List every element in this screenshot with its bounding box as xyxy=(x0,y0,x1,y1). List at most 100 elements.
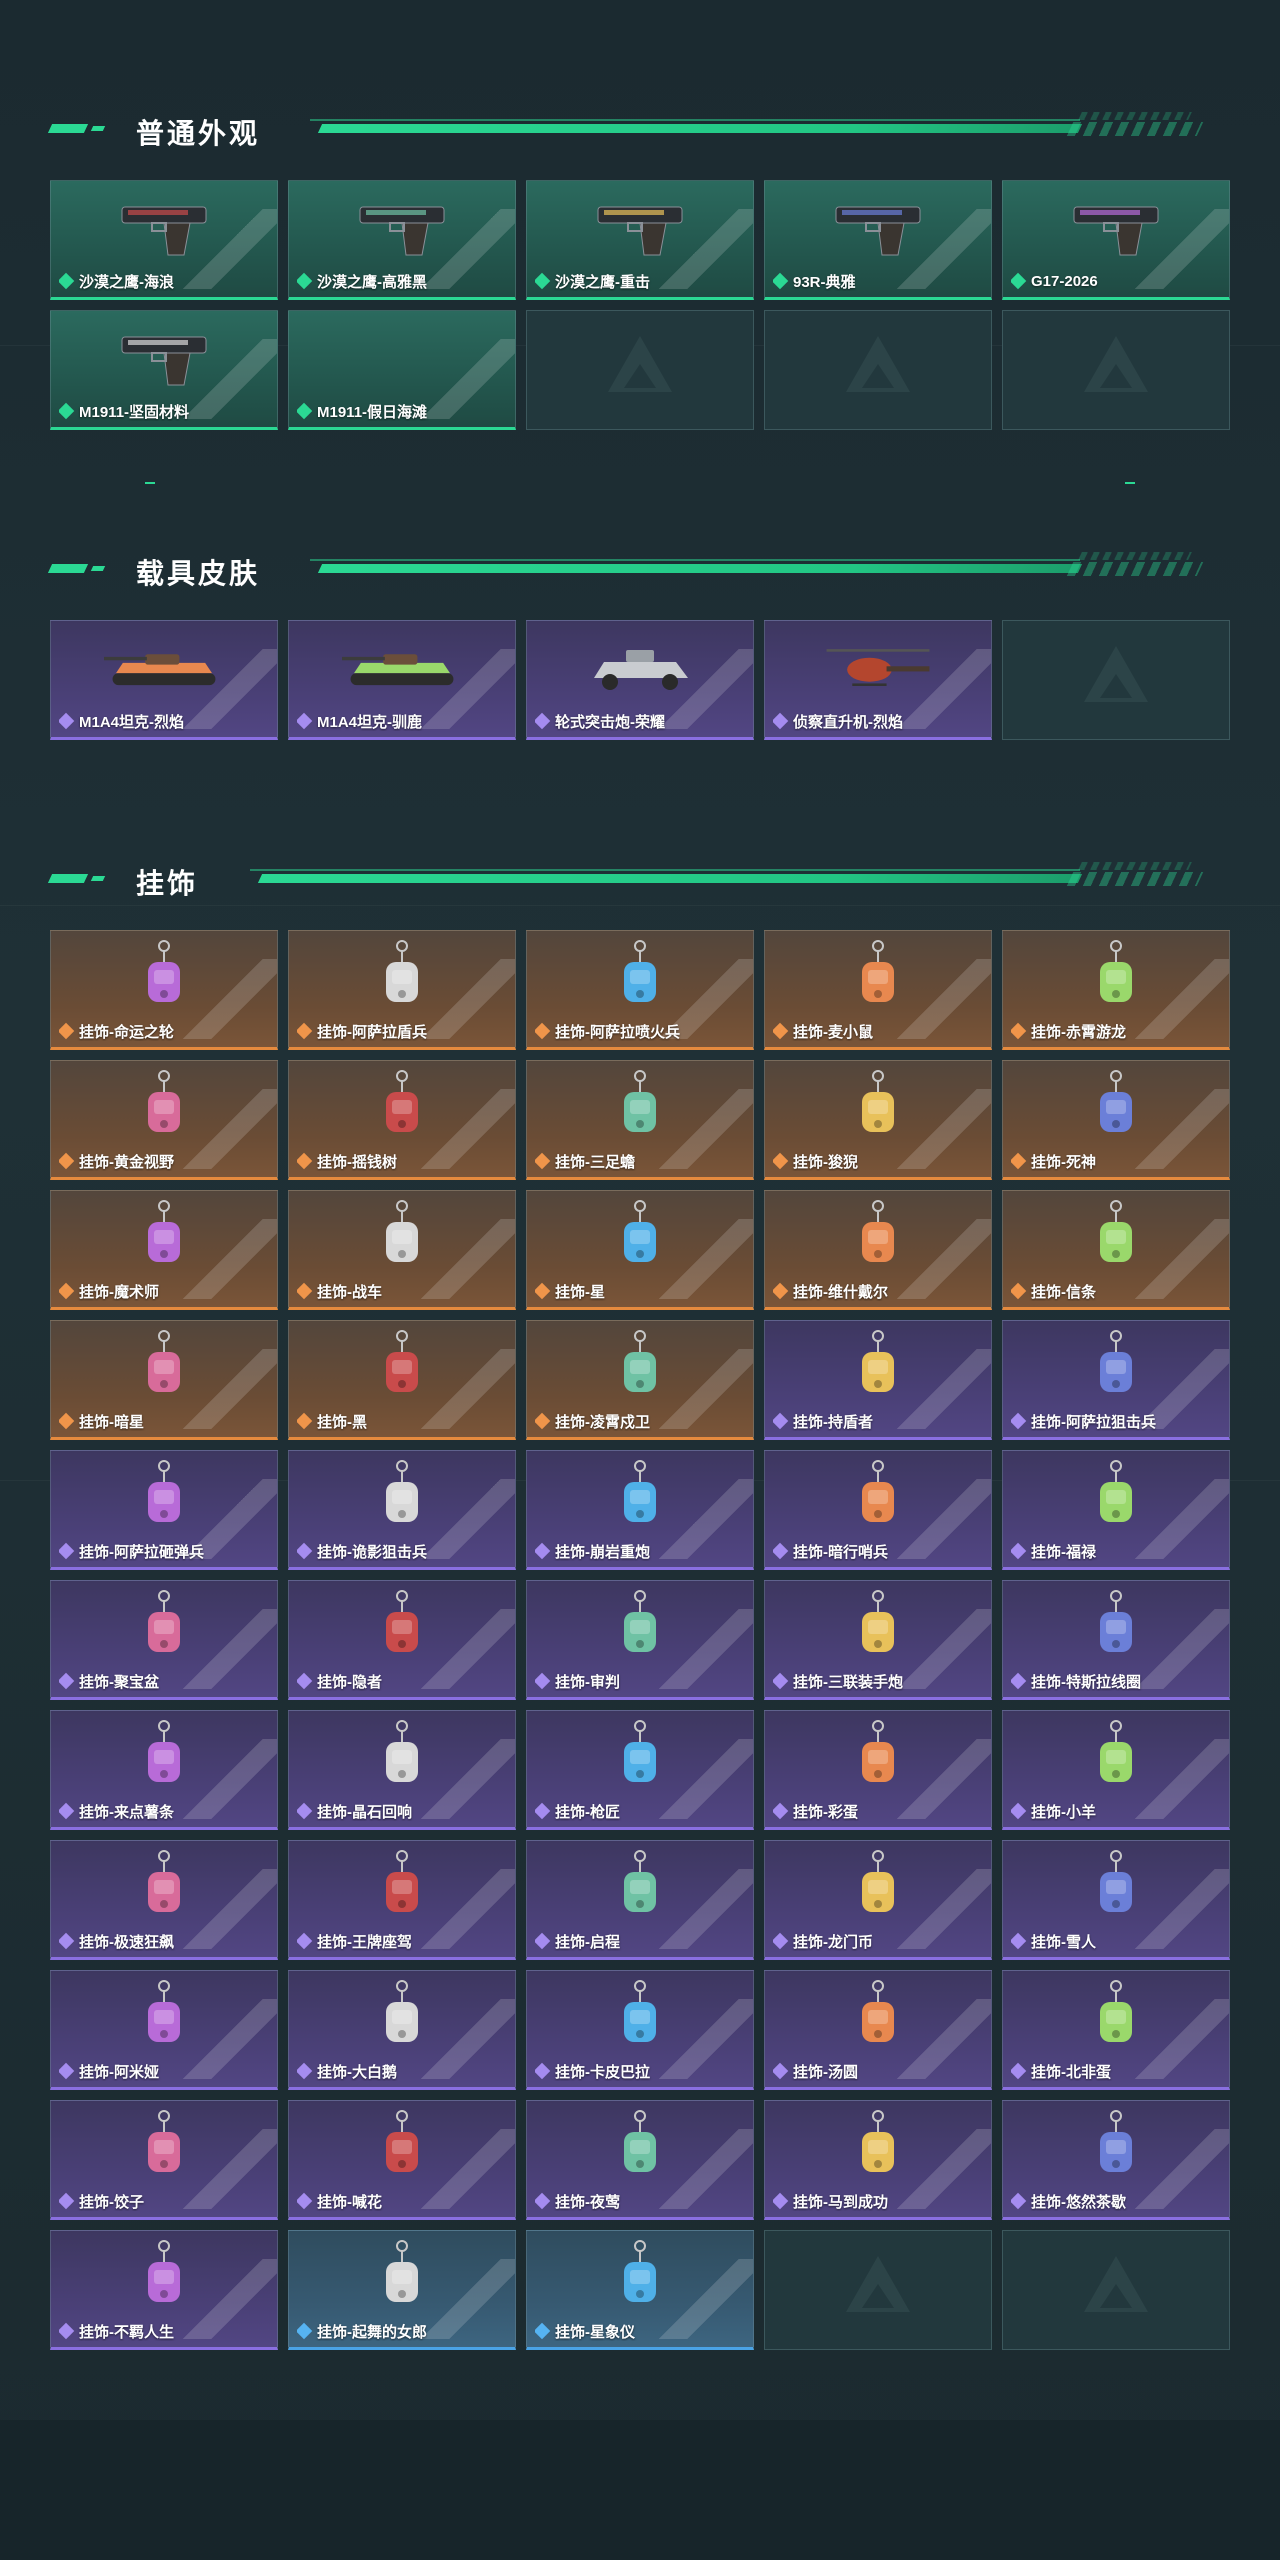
item-card[interactable]: 挂饰-晶石回响 xyxy=(288,1710,516,1830)
item-name: 挂饰-维什戴尔 xyxy=(793,1283,888,1301)
item-thumbnail xyxy=(580,189,700,267)
item-card[interactable]: 侦察直升机-烈焰 xyxy=(764,620,992,740)
item-card[interactable]: 沙漠之鹰-海浪 xyxy=(50,180,278,300)
item-card[interactable]: 挂饰-马到成功 xyxy=(764,2100,992,2220)
item-card[interactable]: 挂饰-阿萨拉狙击兵 xyxy=(1002,1320,1230,1440)
item-name: 挂饰-特斯拉线圈 xyxy=(1031,1673,1141,1691)
item-card[interactable]: 挂饰-喊花 xyxy=(288,2100,516,2220)
item-card[interactable]: 挂饰-王牌座驾 xyxy=(288,1840,516,1960)
item-thumbnail xyxy=(580,629,700,707)
item-card[interactable]: 挂饰-命运之轮 xyxy=(50,930,278,1050)
item-card[interactable]: 挂饰-摇钱树 xyxy=(288,1060,516,1180)
item-card[interactable]: 挂饰-阿萨拉砸弹兵 xyxy=(50,1450,278,1570)
rarity-diamond-icon xyxy=(59,2062,75,2080)
item-thumbnail xyxy=(580,1719,700,1797)
item-card[interactable]: 挂饰-起舞的女郎 xyxy=(288,2230,516,2350)
item-name: 挂饰-持盾者 xyxy=(793,1413,873,1431)
item-card[interactable]: 挂饰-阿萨拉喷火兵 xyxy=(526,930,754,1050)
item-name: 挂饰-黄金视野 xyxy=(79,1153,174,1171)
item-name: 挂饰-隐者 xyxy=(317,1673,382,1691)
item-card[interactable]: M1A4坦克-驯鹿 xyxy=(288,620,516,740)
item-label-row: 挂饰-枪匠 xyxy=(535,1801,747,1821)
item-card[interactable]: 挂饰-三足蟾 xyxy=(526,1060,754,1180)
item-card[interactable]: 挂饰-狻猊 xyxy=(764,1060,992,1180)
item-card[interactable]: 挂饰-魔术师 xyxy=(50,1190,278,1310)
item-card[interactable]: 挂饰-战车 xyxy=(288,1190,516,1310)
item-thumbnail xyxy=(104,2109,224,2187)
header-bar xyxy=(257,874,1083,883)
item-card[interactable]: 挂饰-星 xyxy=(526,1190,754,1310)
item-card[interactable]: 挂饰-三联装手炮 xyxy=(764,1580,992,1700)
item-name: G17-2026 xyxy=(1031,272,1098,290)
header-accent-dot xyxy=(90,876,106,881)
item-card[interactable]: 挂饰-阿萨拉盾兵 xyxy=(288,930,516,1050)
item-card[interactable]: 挂饰-聚宝盆 xyxy=(50,1580,278,1700)
item-card[interactable]: 挂饰-持盾者 xyxy=(764,1320,992,1440)
item-card[interactable]: 挂饰-凌霄戍卫 xyxy=(526,1320,754,1440)
item-card[interactable]: 挂饰-不羁人生 xyxy=(50,2230,278,2350)
item-card[interactable]: 挂饰-彩蛋 xyxy=(764,1710,992,1830)
section-header: 挂饰 xyxy=(47,858,1230,899)
item-card[interactable]: 93R-典雅 xyxy=(764,180,992,300)
item-card[interactable]: 挂饰-暗行哨兵 xyxy=(764,1450,992,1570)
rarity-diamond-icon xyxy=(1011,1672,1027,1690)
item-card[interactable]: M1A4坦克-烈焰 xyxy=(50,620,278,740)
item-card[interactable]: 挂饰-饺子 xyxy=(50,2100,278,2220)
item-name: 挂饰-枪匠 xyxy=(555,1803,620,1821)
item-card[interactable]: 挂饰-北非蛋 xyxy=(1002,1970,1230,2090)
item-card[interactable]: 挂饰-启程 xyxy=(526,1840,754,1960)
item-card[interactable]: 挂饰-黄金视野 xyxy=(50,1060,278,1180)
item-thumbnail xyxy=(342,2109,462,2187)
item-card[interactable]: 挂饰-星象仪 xyxy=(526,2230,754,2350)
item-thumbnail xyxy=(342,1199,462,1277)
item-card[interactable]: 挂饰-夜莺 xyxy=(526,2100,754,2220)
item-card[interactable]: 挂饰-信条 xyxy=(1002,1190,1230,1310)
item-card[interactable]: 挂饰-崩岩重炮 xyxy=(526,1450,754,1570)
item-label-row: 挂饰-三足蟾 xyxy=(535,1151,747,1171)
item-thumbnail xyxy=(580,1329,700,1407)
item-card[interactable]: 沙漠之鹰-重击 xyxy=(526,180,754,300)
item-card[interactable]: 挂饰-小羊 xyxy=(1002,1710,1230,1830)
item-card[interactable]: 挂饰-福禄 xyxy=(1002,1450,1230,1570)
item-name: 挂饰-三足蟾 xyxy=(555,1153,635,1171)
item-name: 挂饰-卡皮巴拉 xyxy=(555,2063,650,2081)
item-card[interactable]: 挂饰-卡皮巴拉 xyxy=(526,1970,754,2090)
item-card[interactable]: 挂饰-悠然茶歇 xyxy=(1002,2100,1230,2220)
item-card[interactable]: 挂饰-死神 xyxy=(1002,1060,1230,1180)
item-card[interactable]: 挂饰-隐者 xyxy=(288,1580,516,1700)
item-thumbnail xyxy=(1056,1719,1176,1797)
item-label-row: 挂饰-崩岩重炮 xyxy=(535,1541,747,1561)
item-card[interactable]: 挂饰-黑 xyxy=(288,1320,516,1440)
item-card[interactable]: 挂饰-特斯拉线圈 xyxy=(1002,1580,1230,1700)
item-card[interactable]: 挂饰-维什戴尔 xyxy=(764,1190,992,1310)
item-card[interactable]: 挂饰-诡影狙击兵 xyxy=(288,1450,516,1570)
item-card[interactable]: 轮式突击炮-荣耀 xyxy=(526,620,754,740)
item-card[interactable]: M1911-坚固材料 xyxy=(50,310,278,430)
rarity-diamond-icon xyxy=(773,1802,789,1820)
item-card[interactable]: 挂饰-汤圆 xyxy=(764,1970,992,2090)
item-label-row: 挂饰-汤圆 xyxy=(773,2061,985,2081)
item-card[interactable]: 挂饰-赤霄游龙 xyxy=(1002,930,1230,1050)
item-card[interactable]: 沙漠之鹰-高雅黑 xyxy=(288,180,516,300)
item-card[interactable]: 挂饰-雪人 xyxy=(1002,1840,1230,1960)
item-card[interactable]: 挂饰-枪匠 xyxy=(526,1710,754,1830)
item-card[interactable]: M1911-假日海滩 xyxy=(288,310,516,430)
item-card[interactable]: 挂饰-极速狂飙 xyxy=(50,1840,278,1960)
item-thumbnail xyxy=(580,1849,700,1927)
item-card[interactable]: 挂饰-麦小鼠 xyxy=(764,930,992,1050)
item-card[interactable]: G17-2026 xyxy=(1002,180,1230,300)
rarity-diamond-icon xyxy=(773,272,789,290)
item-card[interactable]: 挂饰-来点薯条 xyxy=(50,1710,278,1830)
item-card[interactable]: 挂饰-阿米娅 xyxy=(50,1970,278,2090)
item-name: M1A4坦克-驯鹿 xyxy=(317,713,423,731)
item-card[interactable]: 挂饰-审判 xyxy=(526,1580,754,1700)
item-card[interactable]: 挂饰-暗星 xyxy=(50,1320,278,1440)
rarity-diamond-icon xyxy=(773,2062,789,2080)
item-card[interactable]: 挂饰-大白鹅 xyxy=(288,1970,516,2090)
item-name: 挂饰-来点薯条 xyxy=(79,1803,174,1821)
item-name: 挂饰-黑 xyxy=(317,1413,367,1431)
rarity-diamond-icon xyxy=(59,1932,75,1950)
rarity-diamond-icon xyxy=(535,1022,551,1040)
item-name: M1911-坚固材料 xyxy=(79,403,190,421)
item-card[interactable]: 挂饰-龙门币 xyxy=(764,1840,992,1960)
